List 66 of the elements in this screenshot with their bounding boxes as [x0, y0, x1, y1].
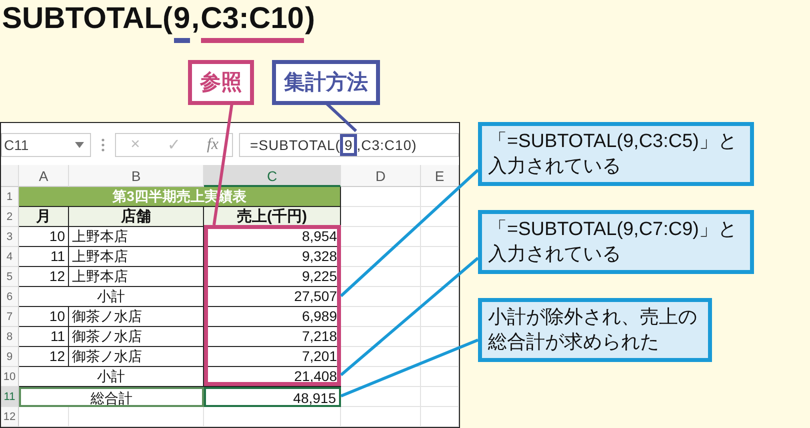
- dropdown-caret-icon: [75, 142, 84, 148]
- table-cell: 店舗: [69, 206, 204, 227]
- table-cell: 27,507: [204, 286, 341, 307]
- empty-cell: [421, 306, 459, 327]
- empty-cell: [421, 286, 459, 307]
- row-header[interactable]: 2: [1, 206, 19, 227]
- argument-label: 参照: [188, 60, 254, 105]
- column-header[interactable]: D: [341, 164, 421, 187]
- table-cell: 10: [19, 226, 69, 247]
- table-cell: 御茶ノ水店: [69, 326, 204, 347]
- empty-cell: [421, 226, 459, 247]
- table-cell: 12: [19, 346, 69, 367]
- callout-box: 小計が除外され、売上の総合計が求められた: [478, 298, 712, 362]
- row-header[interactable]: 1: [1, 186, 19, 207]
- table-cell: 月: [19, 206, 69, 227]
- empty-cell: [421, 346, 459, 367]
- column-header[interactable]: B: [69, 164, 204, 187]
- empty-cell: [421, 206, 459, 227]
- table-cell: 9,328: [204, 246, 341, 267]
- empty-cell: [421, 266, 459, 287]
- table-cell: 48,915: [204, 386, 341, 407]
- dots-icon: [101, 138, 105, 152]
- empty-cell: [421, 406, 459, 427]
- table-cell: 総合計: [19, 386, 204, 407]
- table-cell: 8,954: [204, 226, 341, 247]
- table-cell: 12: [19, 266, 69, 287]
- table-cell: 小計: [19, 366, 204, 387]
- table-cell: 10: [19, 306, 69, 327]
- row-header[interactable]: 8: [1, 326, 19, 347]
- empty-cell: [421, 246, 459, 267]
- table-cell: 6,989: [204, 306, 341, 327]
- column-header[interactable]: A: [19, 164, 69, 187]
- table-cell: 御茶ノ水店: [69, 346, 204, 367]
- row-header[interactable]: 6: [1, 286, 19, 307]
- row-header[interactable]: 11: [1, 386, 19, 407]
- empty-cell: [421, 386, 459, 407]
- table-cell: 7,201: [204, 346, 341, 367]
- table-cell: 11: [19, 246, 69, 267]
- column-header[interactable]: E: [421, 164, 459, 187]
- table-cell: 上野本店: [69, 266, 204, 287]
- table-cell: 御茶ノ水店: [69, 306, 204, 327]
- row-header[interactable]: 7: [1, 306, 19, 327]
- row-header[interactable]: 3: [1, 226, 19, 247]
- table-cell: 小計: [19, 286, 204, 307]
- name-box[interactable]: C11: [1, 132, 91, 157]
- empty-cell: [421, 366, 459, 387]
- table-cell: 9,225: [204, 266, 341, 287]
- row-header[interactable]: 5: [1, 266, 19, 287]
- formula-bar[interactable]: =SUBTOTAL( 9 ,C3:C10): [239, 132, 459, 157]
- argument-label: 集計方法: [272, 60, 380, 105]
- row-header[interactable]: 12: [1, 406, 19, 427]
- empty-cell: [421, 186, 459, 207]
- table-cell: 11: [19, 326, 69, 347]
- table-cell: 上野本店: [69, 226, 204, 247]
- table-cell: 上野本店: [69, 246, 204, 267]
- callout-box: 「=SUBTOTAL(9,C7:C9)」と入力されている: [478, 210, 754, 274]
- select-all-corner[interactable]: [1, 164, 19, 187]
- table-cell: 7,218: [204, 326, 341, 347]
- row-header[interactable]: 9: [1, 346, 19, 367]
- row-header[interactable]: 4: [1, 246, 19, 267]
- formula-title: SUBTOTAL(9,C3:C10): [0, 0, 470, 46]
- empty-cell: [421, 326, 459, 347]
- table-cell: 21,408: [204, 366, 341, 387]
- row-header[interactable]: 10: [1, 366, 19, 387]
- callout-box: 「=SUBTOTAL(9,C3:C5)」と入力されている: [478, 122, 754, 186]
- column-header[interactable]: C: [204, 164, 341, 187]
